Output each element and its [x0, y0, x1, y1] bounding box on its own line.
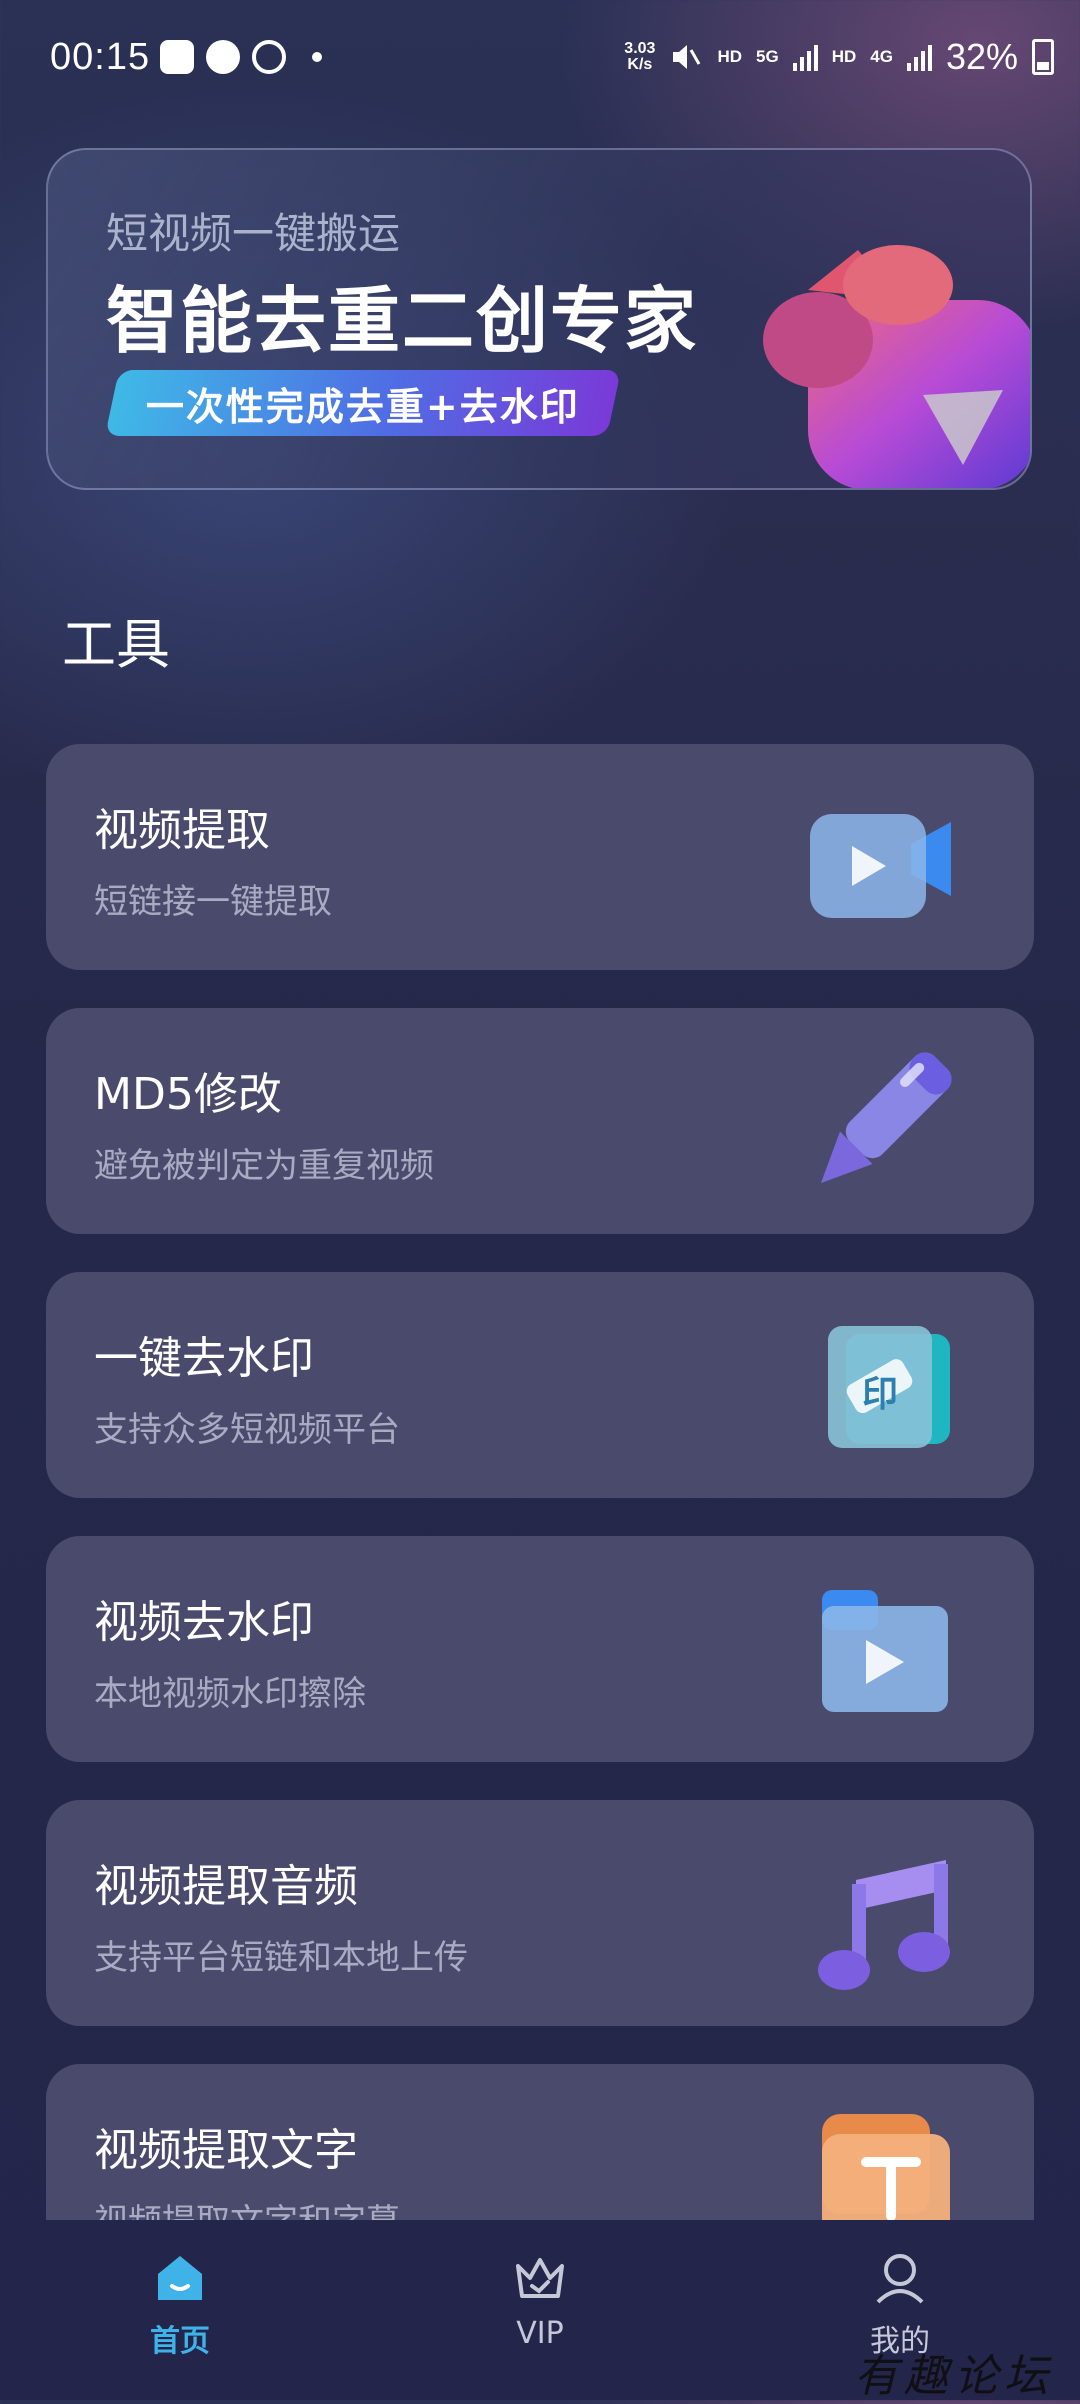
user-icon [876, 2254, 924, 2304]
tool-title: 视频提取音频 [94, 1861, 358, 1912]
promo-banner[interactable]: 短视频一键搬运 智能去重二创专家 一次性完成去重+去水印 [46, 148, 1032, 490]
tool-subtitle: 支持众多短视频平台 [94, 1410, 400, 1450]
tool-title: 视频提取 [94, 805, 270, 856]
tool-card-md5[interactable]: MD5修改 避免被判定为重复视频 [46, 1008, 1034, 1234]
banner-pill: 一次性完成去重+去水印 [104, 370, 621, 436]
compass-icon [252, 40, 286, 74]
tab-home[interactable]: 首页 [80, 2250, 280, 2360]
battery-percent: 32% [945, 36, 1018, 77]
network-speed: 3.03 K/s [624, 40, 656, 73]
tool-subtitle: 避免被判定为重复视频 [94, 1146, 434, 1186]
network-5g: 5G [756, 47, 779, 66]
signal-icon-1 [792, 43, 818, 71]
video-mascot-icon [763, 245, 1030, 488]
tool-card-video-extract[interactable]: 视频提取 短链接一键提取 [46, 744, 1034, 970]
pencil-icon [820, 1052, 952, 1184]
tool-title: MD5修改 [94, 1069, 282, 1120]
tool-card-extract-audio[interactable]: 视频提取音频 支持平台短链和本地上传 [46, 1800, 1034, 2026]
tool-subtitle: 短链接一键提取 [94, 882, 332, 922]
tools-section-title: 工具 [62, 613, 170, 676]
banner-title: 智能去重二创专家 [106, 279, 699, 363]
status-right: 3.03 K/s HD 5G HD 4G 32% [624, 36, 1054, 78]
tool-card-watermark-remove[interactable]: 一键去水印 支持众多短视频平台 印 [46, 1272, 1034, 1498]
notification-icons [160, 40, 322, 74]
tool-title: 视频去水印 [94, 1597, 314, 1648]
watermark-stamp-icon: 印 [828, 1326, 950, 1448]
hd-label-2: HD [831, 47, 857, 66]
svg-text:印: 印 [862, 1374, 898, 1415]
banner-pill-text: 一次性完成去重+去水印 [146, 384, 580, 429]
gallery-icon [160, 40, 194, 74]
banner-subtitle: 短视频一键搬运 [106, 209, 401, 258]
tab-vip-label: VIP [516, 2316, 564, 2351]
network-4g: 4G [870, 47, 893, 66]
tool-title: 一键去水印 [94, 1333, 314, 1384]
tool-title: 视频提取文字 [94, 2125, 358, 2176]
forum-watermark: 有趣论坛 [854, 2351, 1054, 2402]
tab-vip[interactable]: VIP [440, 2250, 640, 2351]
hd-label-1: HD [717, 47, 742, 66]
video-folder-icon [822, 1590, 948, 1712]
tool-subtitle: 支持平台短链和本地上传 [94, 1938, 468, 1978]
tab-home-label: 首页 [150, 2324, 210, 2359]
tool-card-video-watermark[interactable]: 视频去水印 本地视频水印擦除 [46, 1536, 1034, 1762]
mute-icon [673, 45, 701, 69]
home-icon [158, 2256, 202, 2300]
more-notifications-icon [312, 52, 322, 62]
chat-icon [206, 40, 240, 74]
status-time: 00:15 [50, 36, 151, 78]
music-note-icon [818, 1860, 950, 1990]
signal-icon-2 [906, 43, 932, 71]
video-camera-icon [810, 814, 951, 918]
tool-subtitle: 本地视频水印擦除 [94, 1674, 366, 1714]
status-bar: 00:15 3.03 K/s HD 5G HD 4G 32% [0, 0, 1080, 120]
crown-icon [516, 2258, 564, 2298]
battery-icon [1032, 39, 1054, 75]
